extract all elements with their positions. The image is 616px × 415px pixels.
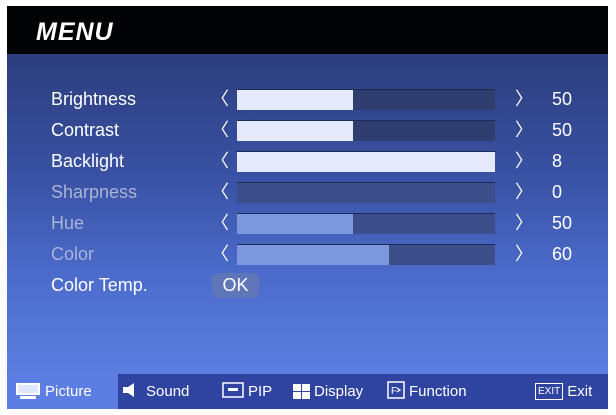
nav-label: Display <box>314 383 364 400</box>
level-slider[interactable] <box>237 120 495 141</box>
decrease-arrow-icon[interactable]: 〈 <box>211 86 229 112</box>
setting-row-color-temp[interactable]: Color Temp. OK <box>7 272 608 298</box>
level-slider[interactable] <box>237 151 495 172</box>
osd-menu: MENU Brightness 〈 〉 50 Contrast 〈 〉 50 B… <box>7 6 608 409</box>
increase-arrow-icon: 〉 <box>515 244 533 264</box>
setting-row-contrast[interactable]: Contrast 〈 〉 50 <box>7 117 608 143</box>
nav-label: Picture <box>45 383 92 400</box>
slider-fill <box>237 152 495 172</box>
setting-label: Hue <box>51 213 85 233</box>
decrease-arrow-icon: 〈 <box>211 244 229 264</box>
setting-label: Sharpness <box>51 182 138 202</box>
pip-icon <box>222 381 244 402</box>
settings-panel: Brightness 〈 〉 50 Contrast 〈 〉 50 Backli… <box>7 54 608 374</box>
slider-fill <box>237 90 354 110</box>
increase-arrow-icon[interactable]: 〉 <box>515 148 533 174</box>
nav-item-exit[interactable]: EXIT Exit <box>535 374 592 409</box>
nav-item-sound[interactable]: Sound <box>122 374 189 409</box>
decrease-arrow-icon: 〈 <box>211 182 229 202</box>
nav-label: Exit <box>567 383 593 400</box>
setting-label: Contrast <box>51 120 120 140</box>
speaker-icon <box>122 382 142 402</box>
nav-label: Sound <box>146 383 190 400</box>
setting-value: 60 <box>552 244 573 264</box>
increase-arrow-icon: 〉 <box>515 213 533 233</box>
monitor-icon <box>15 383 41 400</box>
decrease-arrow-icon[interactable]: 〈 <box>211 148 229 174</box>
setting-row-backlight[interactable]: Backlight 〈 〉 8 <box>7 148 608 174</box>
setting-value: 0 <box>552 182 563 202</box>
increase-arrow-icon[interactable]: 〉 <box>515 117 533 143</box>
slider-fill <box>237 245 390 265</box>
setting-value: 50 <box>552 213 573 233</box>
setting-row-color: Color 〈 〉 60 <box>7 241 608 267</box>
nav-item-display[interactable]: Display <box>293 374 363 409</box>
slider-fill <box>237 121 354 141</box>
title-bar: MENU <box>7 6 608 54</box>
nav-label: PIP <box>248 383 273 400</box>
level-slider <box>237 213 495 234</box>
setting-label: Backlight <box>51 151 125 171</box>
setting-value: 8 <box>552 151 563 171</box>
setting-row-hue: Hue 〈 〉 50 <box>7 210 608 236</box>
exit-icon: EXIT <box>535 383 564 400</box>
setting-label: Color <box>51 244 95 264</box>
decrease-arrow-icon: 〈 <box>211 213 229 233</box>
setting-label: Brightness <box>51 89 137 109</box>
slider-fill <box>237 214 354 234</box>
level-slider <box>237 182 495 203</box>
function-icon: F <box>387 380 405 403</box>
nav-label: Function <box>409 383 467 400</box>
level-slider <box>237 244 495 265</box>
level-slider[interactable] <box>237 89 495 110</box>
setting-label: Color Temp. <box>51 275 148 295</box>
setting-row-brightness[interactable]: Brightness 〈 〉 50 <box>7 86 608 112</box>
bottom-nav-bar: Picture Sound PIP Display F Function EXI… <box>7 374 608 409</box>
ok-button[interactable]: OK <box>212 273 259 298</box>
decrease-arrow-icon[interactable]: 〈 <box>211 117 229 143</box>
svg-text:F: F <box>391 386 397 397</box>
nav-item-picture[interactable]: Picture <box>7 374 118 409</box>
nav-item-function[interactable]: F Function <box>387 374 467 409</box>
setting-value: 50 <box>552 120 573 140</box>
menu-title: MENU <box>36 18 114 46</box>
increase-arrow-icon: 〉 <box>515 182 533 202</box>
nav-item-pip[interactable]: PIP <box>222 374 272 409</box>
display-grid-icon <box>293 384 310 399</box>
setting-row-sharpness: Sharpness 〈 〉 0 <box>7 179 608 205</box>
setting-value: 50 <box>552 89 573 109</box>
increase-arrow-icon[interactable]: 〉 <box>515 86 533 112</box>
